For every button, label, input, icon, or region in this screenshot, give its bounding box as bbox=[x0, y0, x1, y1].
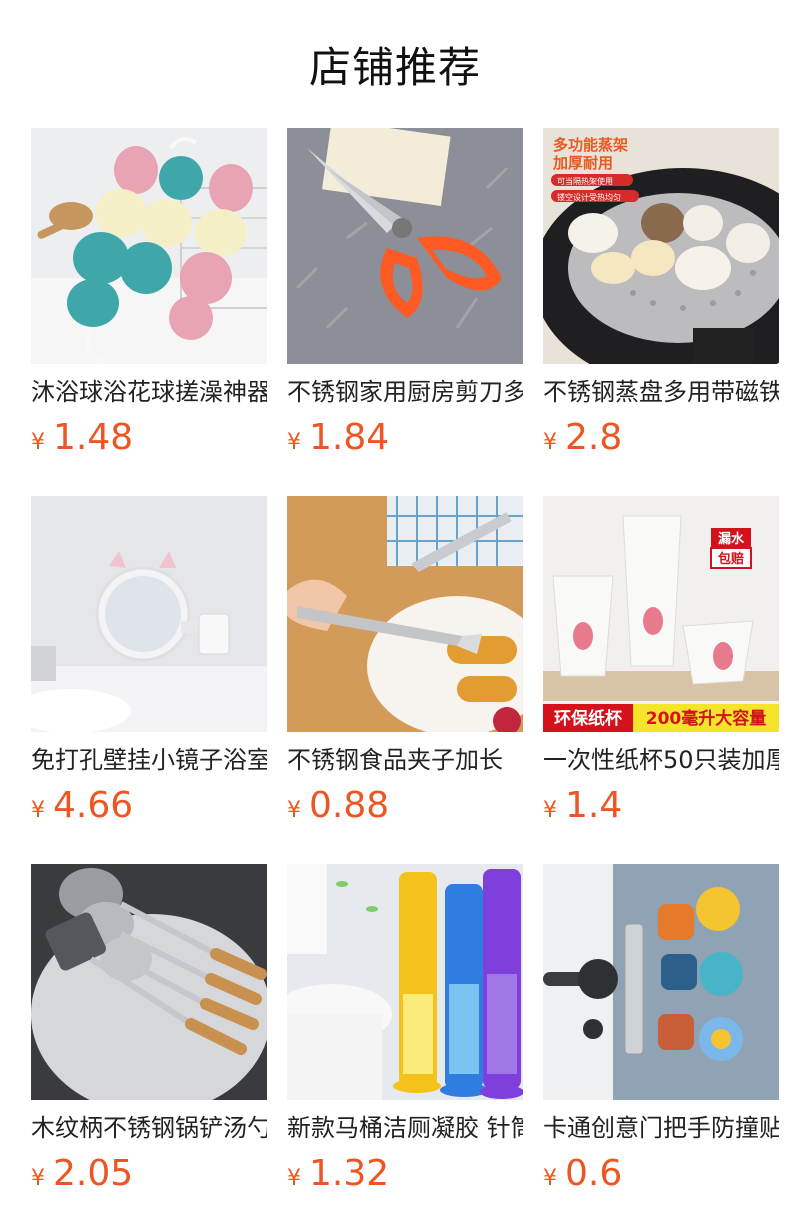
product-name[interactable]: 不锈钢食品夹子加长 bbox=[287, 744, 523, 776]
wall-mirror-image[interactable] bbox=[31, 496, 267, 732]
product-price: ¥1.48 bbox=[31, 416, 133, 466]
cups-banner-left: 环保纸杯 bbox=[554, 708, 622, 729]
currency-symbol: ¥ bbox=[543, 430, 557, 455]
price-value: 4.66 bbox=[53, 785, 134, 826]
product-price: ¥0.88 bbox=[287, 784, 389, 834]
price-value: 1.32 bbox=[309, 1153, 390, 1194]
product-price: ¥1.84 bbox=[287, 416, 389, 466]
product-name[interactable]: 一次性纸杯50只装加厚 bbox=[543, 744, 779, 776]
currency-symbol: ¥ bbox=[287, 798, 301, 823]
product-price: ¥0.6 bbox=[543, 1152, 622, 1202]
currency-symbol: ¥ bbox=[31, 1166, 45, 1191]
steamer-headline-1: 多功能蒸架 bbox=[553, 136, 628, 154]
currency-symbol: ¥ bbox=[287, 1166, 301, 1191]
cups-badge-2: 包赔 bbox=[718, 551, 744, 567]
product-price: ¥4.66 bbox=[31, 784, 133, 834]
price-value: 1.48 bbox=[53, 417, 134, 458]
price-value: 2.8 bbox=[565, 417, 623, 458]
currency-symbol: ¥ bbox=[31, 430, 45, 455]
currency-symbol: ¥ bbox=[287, 430, 301, 455]
cups-badge-1: 漏水 bbox=[718, 531, 745, 547]
steamer-headline-2: 加厚耐用 bbox=[552, 154, 613, 172]
steamer-plate-image[interactable]: 多功能蒸架 加厚耐用 可当隔热架使用 镂空设计受热均匀 bbox=[543, 128, 779, 364]
price-value: 1.4 bbox=[565, 785, 623, 826]
steamer-tag-2: 镂空设计受热均匀 bbox=[557, 192, 621, 202]
steamer-tag-1: 可当隔热架使用 bbox=[557, 176, 613, 186]
door-stopper-image[interactable] bbox=[543, 864, 779, 1100]
section-title: 店铺推荐 bbox=[308, 43, 481, 92]
price-value: 2.05 bbox=[53, 1153, 134, 1194]
product-name[interactable]: 沐浴球浴花球搓澡神器 bbox=[31, 376, 267, 408]
product-price: ¥2.8 bbox=[543, 416, 622, 466]
price-value: 0.88 bbox=[309, 785, 390, 826]
currency-symbol: ¥ bbox=[543, 1166, 557, 1191]
currency-symbol: ¥ bbox=[543, 798, 557, 823]
product-price: ¥1.4 bbox=[543, 784, 622, 834]
bath-sponge-image[interactable] bbox=[31, 128, 267, 364]
toilet-gel-image[interactable] bbox=[287, 864, 523, 1100]
kitchen-scissors-image[interactable] bbox=[287, 128, 523, 364]
product-price: ¥2.05 bbox=[31, 1152, 133, 1202]
currency-symbol: ¥ bbox=[31, 798, 45, 823]
product-price: ¥1.32 bbox=[287, 1152, 389, 1202]
product-name[interactable]: 卡通创意门把手防撞贴 bbox=[543, 1112, 779, 1144]
cups-banner-right: 200毫升大容量 bbox=[646, 708, 767, 729]
product-name[interactable]: 免打孔壁挂小镜子浴室 bbox=[31, 744, 267, 776]
paper-cups-image[interactable]: 漏水 包赔 环保纸杯 200毫升大容量 bbox=[543, 496, 779, 732]
price-value: 1.84 bbox=[309, 417, 390, 458]
product-name[interactable]: 不锈钢家用厨房剪刀多功能 bbox=[287, 376, 523, 408]
product-name[interactable]: 木纹柄不锈钢锅铲汤勺 bbox=[31, 1112, 267, 1144]
price-value: 0.6 bbox=[565, 1153, 623, 1194]
kitchen-utensils-image[interactable] bbox=[31, 864, 267, 1100]
product-name[interactable]: 新款马桶洁厕凝胶 针筒 bbox=[287, 1112, 523, 1144]
product-name[interactable]: 不锈钢蒸盘多用带磁铁 bbox=[543, 376, 779, 408]
food-tongs-image[interactable] bbox=[287, 496, 523, 732]
